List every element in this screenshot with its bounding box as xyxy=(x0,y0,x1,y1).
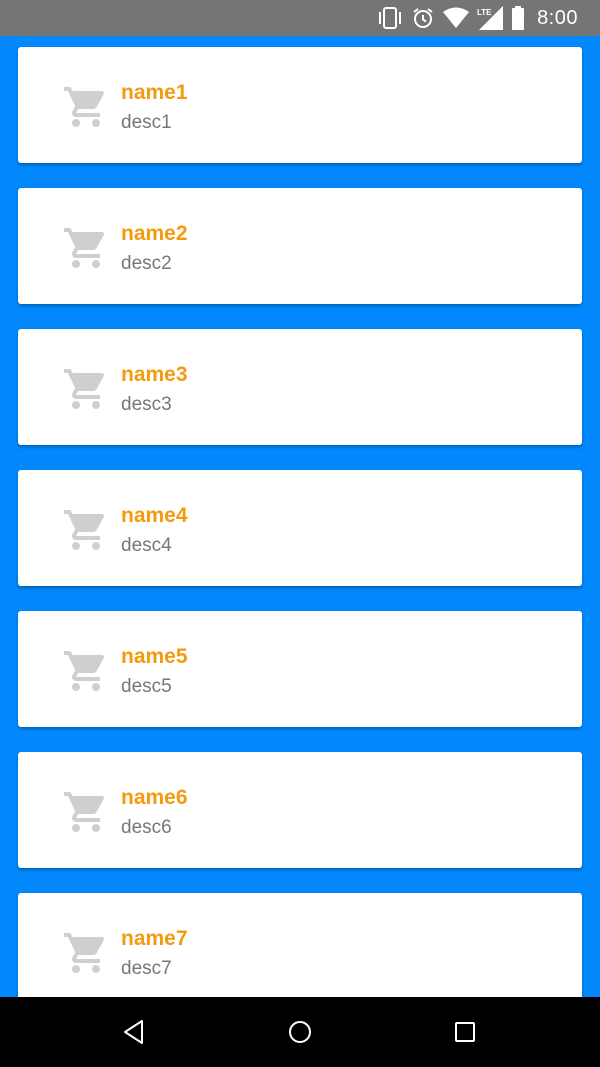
recents-icon[interactable] xyxy=(448,1015,482,1049)
wifi-icon xyxy=(443,7,470,28)
battery-icon xyxy=(512,6,525,30)
item-desc: desc7 xyxy=(121,958,172,979)
status-icons: LTE 8:00 xyxy=(377,0,578,36)
item-desc: desc2 xyxy=(121,253,172,274)
list-item[interactable]: name3 desc3 xyxy=(18,329,582,445)
list-item[interactable]: name6 desc6 xyxy=(18,752,582,868)
item-name: name2 xyxy=(121,222,188,245)
cart-icon xyxy=(64,651,105,691)
status-time: 8:00 xyxy=(537,6,578,29)
cart-icon xyxy=(64,510,105,550)
cart-icon xyxy=(64,87,105,127)
item-name: name1 xyxy=(121,81,188,104)
list-item[interactable]: name7 desc7 xyxy=(18,893,582,997)
list-item[interactable]: name4 desc4 xyxy=(18,470,582,586)
list-item[interactable]: name1 desc1 xyxy=(18,47,582,163)
vibrate-icon xyxy=(379,7,402,29)
item-desc: desc5 xyxy=(121,676,172,697)
cart-icon xyxy=(64,369,105,409)
cart-icon xyxy=(64,228,105,268)
list-item[interactable]: name2 desc2 xyxy=(18,188,582,304)
home-icon[interactable] xyxy=(283,1015,317,1049)
item-name: name6 xyxy=(121,786,188,809)
alarm-icon xyxy=(413,8,433,28)
cart-icon xyxy=(64,792,105,832)
navigation-bar xyxy=(0,997,600,1067)
item-desc: desc1 xyxy=(121,112,172,133)
item-name: name3 xyxy=(121,363,188,386)
list-item[interactable]: name5 desc5 xyxy=(18,611,582,727)
item-name: name5 xyxy=(121,645,188,668)
item-desc: desc3 xyxy=(121,394,172,415)
item-desc: desc4 xyxy=(121,535,172,556)
item-name: name7 xyxy=(121,927,188,950)
back-icon[interactable] xyxy=(117,1015,151,1049)
item-desc: desc6 xyxy=(121,817,172,838)
cart-icon xyxy=(64,933,105,973)
item-list[interactable]: name1 desc1 name2 desc2 name3 desc3 name… xyxy=(0,36,600,997)
status-bar: LTE 8:00 xyxy=(0,0,600,36)
lte-label: LTE xyxy=(477,8,492,17)
lte-signal-icon: LTE xyxy=(477,6,504,30)
item-name: name4 xyxy=(121,504,188,527)
